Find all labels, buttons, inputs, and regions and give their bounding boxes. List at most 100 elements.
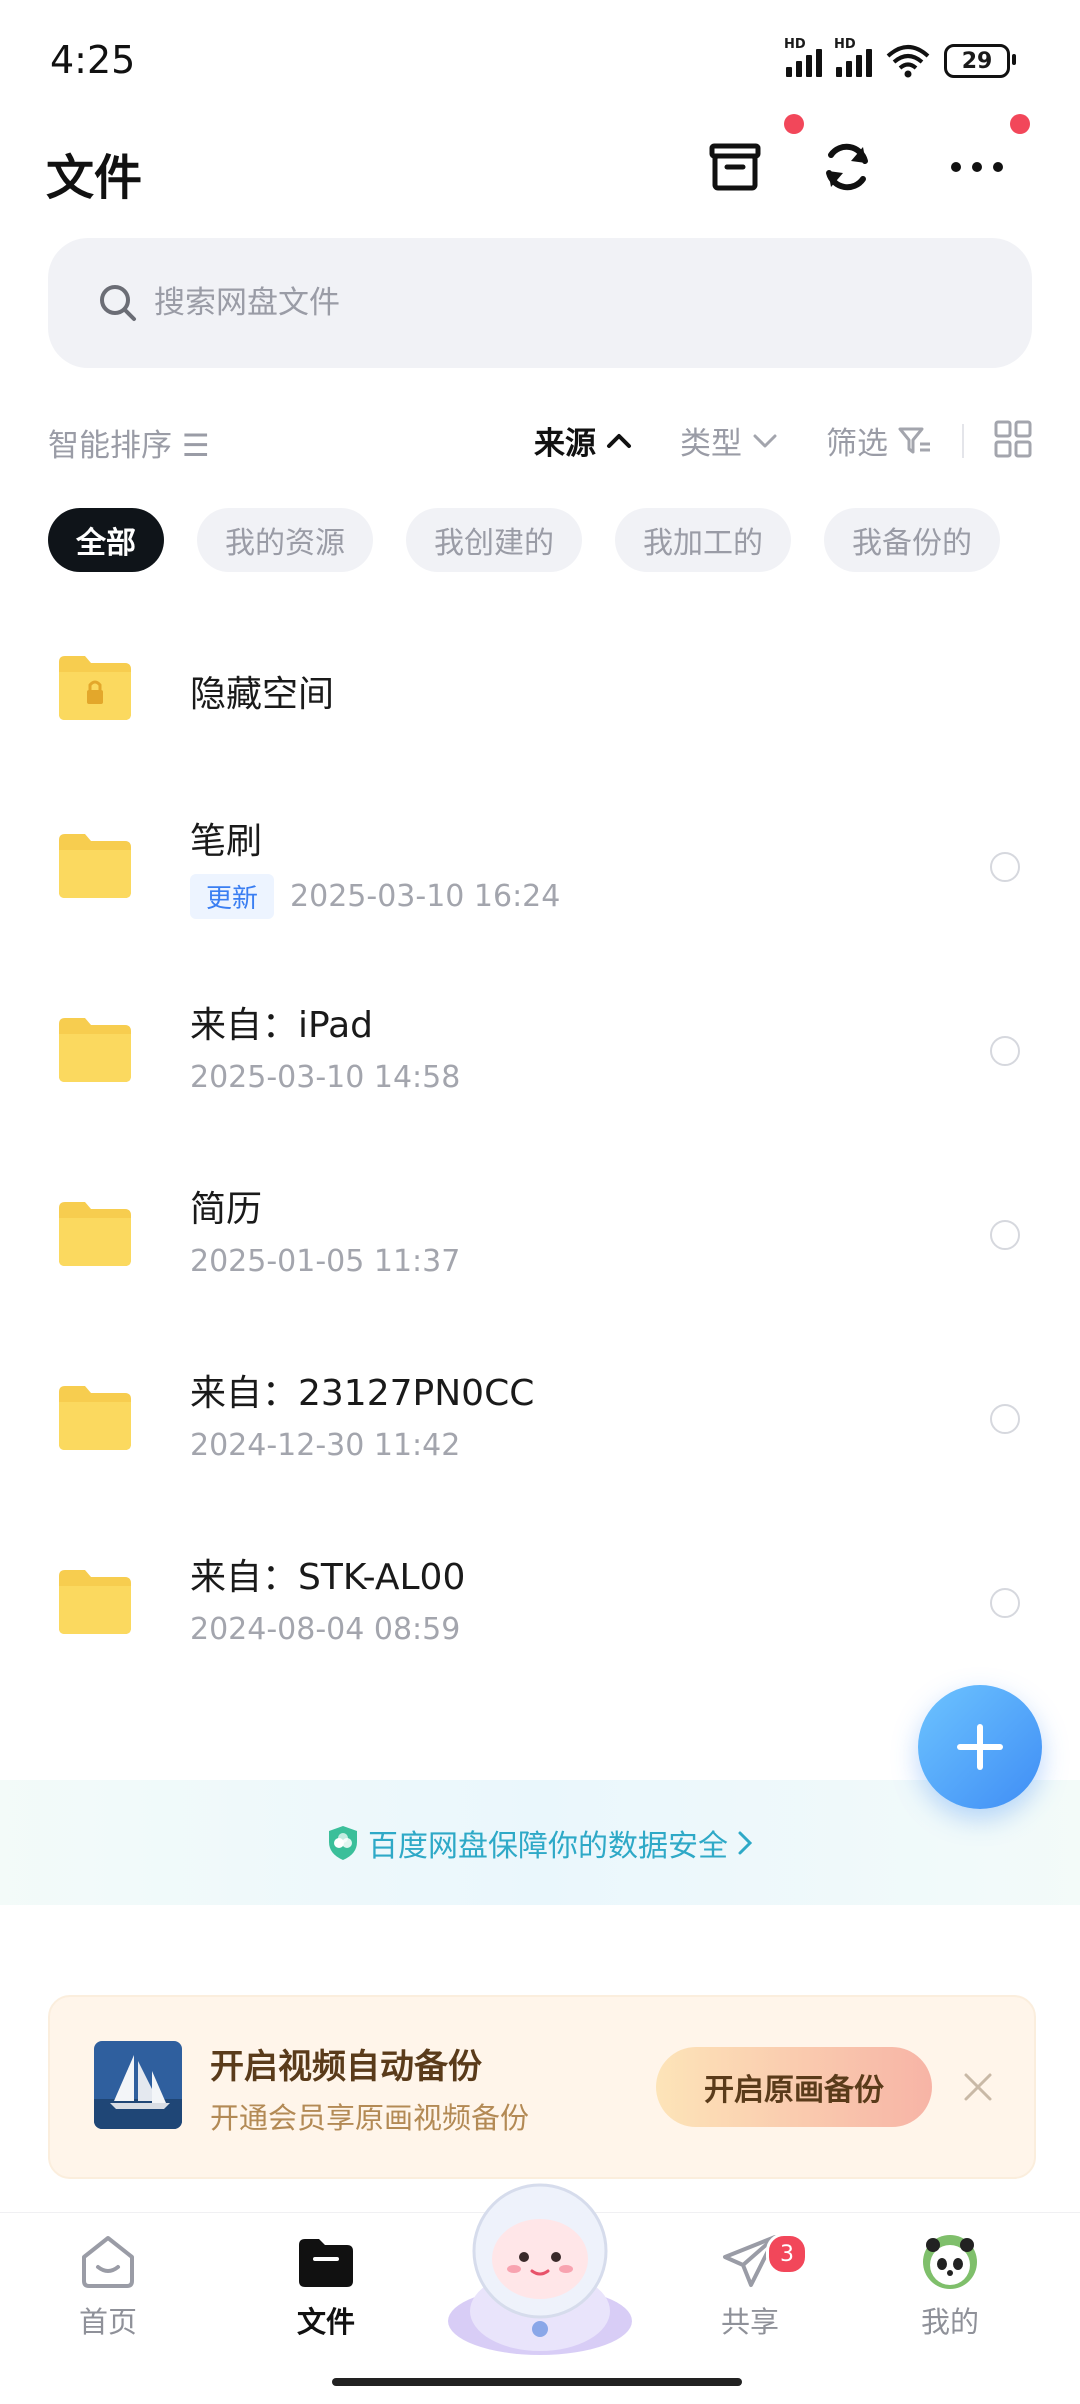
- bottom-tab-bar: 首页 文件 共享 3 我的: [0, 2183, 1080, 2404]
- page-title: 文件: [46, 150, 143, 206]
- select-checkbox[interactable]: [990, 1220, 1020, 1250]
- shield-icon: [329, 1825, 357, 1860]
- file-date: 2024-08-04 08:59: [190, 1612, 461, 1647]
- source-filter[interactable]: 来源: [534, 418, 632, 463]
- type-filter-label: 类型: [680, 426, 742, 462]
- select-checkbox[interactable]: [990, 1588, 1020, 1618]
- chip-created[interactable]: 我创建的: [406, 508, 582, 572]
- wifi-icon: [886, 45, 930, 78]
- folder-icon: [59, 1018, 131, 1082]
- file-name: 隐藏空间: [190, 674, 335, 715]
- hd-label: HD: [784, 37, 806, 52]
- file-name: 来自：iPad: [190, 1005, 374, 1046]
- battery-icon: 29: [944, 44, 1016, 78]
- tab-label: 文件: [296, 2305, 355, 2339]
- search-input[interactable]: [152, 284, 956, 322]
- select-checkbox[interactable]: [990, 852, 1020, 882]
- file-name: 笔刷: [190, 821, 263, 862]
- signal-icon-2: HD: [834, 37, 872, 77]
- locked-folder-icon: [59, 656, 131, 720]
- tab-share[interactable]: 共享 3: [680, 2233, 820, 2341]
- list-item-hidden-space[interactable]: 隐藏空间: [0, 595, 1080, 779]
- status-icons: HD HD 29: [784, 37, 1016, 78]
- tab-home[interactable]: 首页: [38, 2233, 178, 2341]
- file-date: 2025-03-10 14:58: [190, 1060, 461, 1095]
- home-icon: [82, 2236, 134, 2288]
- file-date: 2025-01-05 11:37: [190, 1244, 461, 1279]
- tab-label: 我的: [920, 2305, 979, 2339]
- more-dots-icon: [951, 162, 1003, 172]
- sync-button[interactable]: [812, 132, 882, 202]
- list-item-folder[interactable]: 笔刷 更新 2025-03-10 16:24: [0, 772, 1080, 956]
- folder-icon: [59, 1570, 131, 1634]
- share-count-badge: 3: [766, 2233, 808, 2275]
- select-checkbox[interactable]: [990, 1036, 1020, 1066]
- screen-filter[interactable]: 筛选: [826, 418, 932, 463]
- file-date: 2024-12-30 11:42: [190, 1428, 461, 1463]
- update-badge: 更新: [190, 874, 275, 919]
- chip-backed-up[interactable]: 我备份的: [824, 508, 1000, 572]
- file-name: 来自：23127PN0CC: [190, 1373, 535, 1414]
- folder-icon: [59, 834, 131, 898]
- add-button[interactable]: [918, 1685, 1042, 1809]
- more-button[interactable]: [942, 132, 1012, 202]
- grid-view-button[interactable]: [994, 420, 1032, 462]
- chip-all[interactable]: 全部: [48, 508, 164, 572]
- category-chips: 全部 我的资源 我创建的 我加工的 我备份的: [48, 508, 1000, 572]
- list-item-folder[interactable]: 简历 2025-01-05 11:37: [0, 1140, 1080, 1324]
- source-filter-label: 来源: [534, 426, 596, 462]
- notification-dot-2: [1010, 114, 1030, 134]
- enable-backup-button[interactable]: 开启原画备份: [656, 2047, 932, 2127]
- smart-sort-button[interactable]: 智能排序 ☰: [48, 420, 210, 465]
- search-bar[interactable]: [48, 238, 1032, 368]
- chevron-down-icon: [753, 434, 777, 447]
- astronaut-mascot-icon: [448, 2183, 632, 2355]
- list-item-folder[interactable]: 来自：iPad 2025-03-10 14:58: [0, 956, 1080, 1140]
- promo-thumbnail: [94, 2041, 182, 2129]
- home-indicator: [332, 2378, 742, 2386]
- chevron-up-icon: [607, 433, 631, 448]
- tab-label: 首页: [78, 2305, 137, 2339]
- promo-title: 开启视频自动备份: [210, 2047, 482, 2087]
- archive-box-icon: [709, 143, 761, 191]
- chip-my-resources[interactable]: 我的资源: [197, 508, 373, 572]
- safety-text: 百度网盘保障你的数据安全: [368, 1828, 728, 1864]
- tab-files[interactable]: 文件: [256, 2233, 396, 2341]
- chevron-right-icon: [738, 1831, 753, 1854]
- folder-icon: [59, 1386, 131, 1450]
- signal-icon: HD: [784, 37, 822, 77]
- sync-icon: [826, 143, 868, 191]
- file-meta: 更新 2025-03-10 16:24: [190, 874, 560, 919]
- chip-processed[interactable]: 我加工的: [615, 508, 791, 572]
- hd-label-2: HD: [834, 37, 856, 52]
- mascot-button[interactable]: [440, 2161, 640, 2361]
- backup-promo-card[interactable]: 开启视频自动备份 开通会员享原画视频备份 开启原画备份: [48, 1995, 1036, 2179]
- file-name: 来自：STK-AL00: [190, 1557, 466, 1598]
- file-name: 简历: [190, 1189, 263, 1230]
- grid-icon: [994, 420, 1032, 457]
- sailboat-image: [94, 2041, 182, 2129]
- funnel-icon: [898, 427, 930, 453]
- tab-me[interactable]: 我的: [880, 2233, 1020, 2341]
- filter-bar: 来源 类型 筛选: [486, 418, 1032, 463]
- list-item-folder[interactable]: 来自：STK-AL00 2024-08-04 08:59: [0, 1508, 1080, 1692]
- notification-dot: [784, 114, 804, 134]
- sort-label: 智能排序 ☰: [48, 428, 210, 464]
- folder-filled-icon: [299, 2239, 353, 2287]
- close-icon[interactable]: [960, 2069, 996, 2105]
- tab-label: 共享: [720, 2305, 779, 2339]
- type-filter[interactable]: 类型: [680, 418, 778, 463]
- list-item-folder[interactable]: 来自：23127PN0CC 2024-12-30 11:42: [0, 1324, 1080, 1508]
- divider: [962, 423, 964, 458]
- safety-banner[interactable]: 百度网盘保障你的数据安全: [0, 1780, 1080, 1905]
- recycle-bin-button[interactable]: [700, 132, 770, 202]
- select-checkbox[interactable]: [990, 1404, 1020, 1434]
- battery-level: 29: [961, 48, 993, 74]
- folder-icon: [59, 1202, 131, 1266]
- promo-subtitle: 开通会员享原画视频备份: [210, 2101, 530, 2135]
- search-icon: [100, 285, 136, 321]
- avatar: [923, 2235, 977, 2289]
- file-date: 2025-03-10 16:24: [290, 879, 561, 914]
- plus-icon: [957, 1724, 1003, 1770]
- status-time: 4:25: [50, 38, 136, 82]
